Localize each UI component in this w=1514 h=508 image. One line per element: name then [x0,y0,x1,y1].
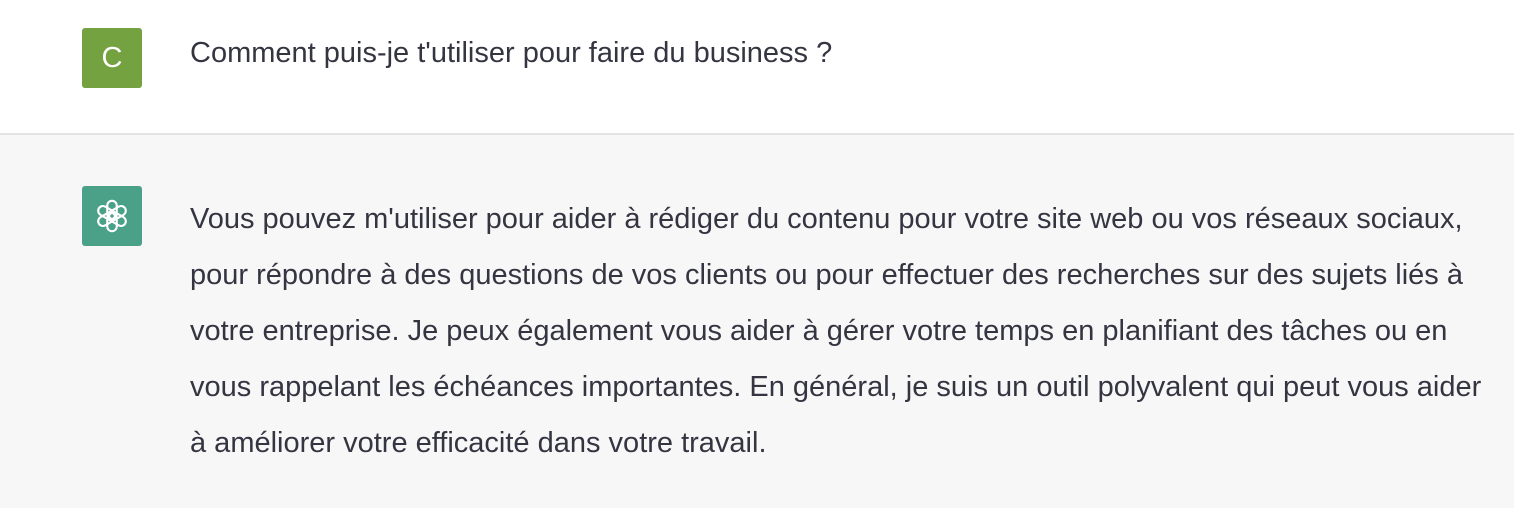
user-avatar: C [82,28,142,88]
assistant-avatar [82,186,142,246]
assistant-message-text: Vous pouvez m'utiliser pour aider à rédi… [190,203,1482,459]
openai-logo-icon [97,199,127,233]
chat-thread: C Comment puis-je t'utiliser pour faire … [0,0,1514,508]
user-message: C Comment puis-je t'utiliser pour faire … [0,0,1514,135]
user-message-text: Comment puis-je t'utiliser pour faire du… [190,37,833,69]
assistant-message: Vous pouvez m'utiliser pour aider à rédi… [0,135,1514,508]
user-avatar-initial: C [101,41,123,74]
